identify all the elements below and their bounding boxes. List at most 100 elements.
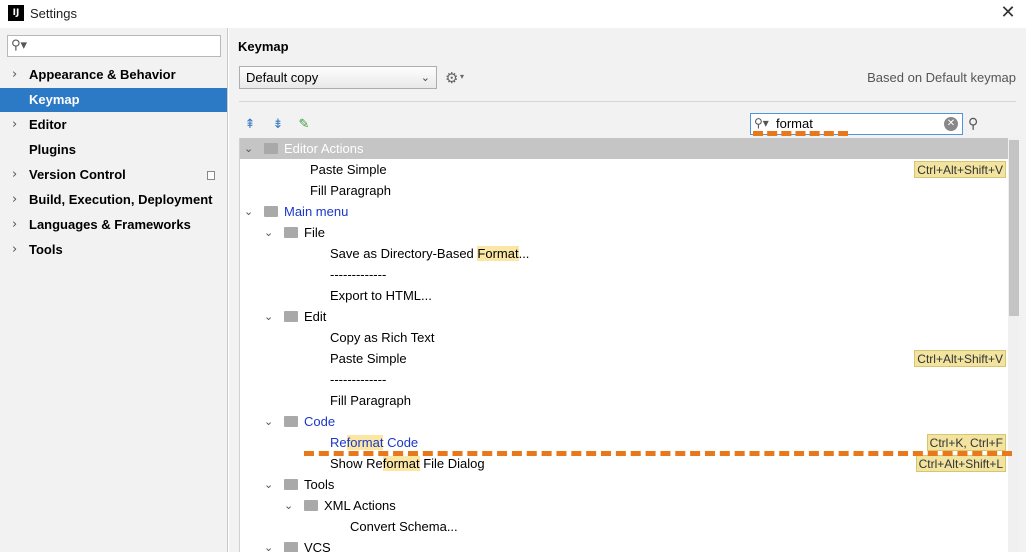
tree-group-row[interactable]: ⌄ VCS: [240, 537, 1008, 552]
gear-icon[interactable]: ⚙: [445, 69, 458, 87]
chevron-down-icon[interactable]: ⌄: [264, 537, 273, 552]
tree-group-row[interactable]: ⌄ Edit: [240, 306, 1008, 327]
chevron-down-icon: ⌄: [420, 71, 430, 84]
tree-row-label: Fill Paragraph: [310, 183, 391, 198]
search-icon: ⚲▾: [754, 116, 769, 130]
sidebar-item-languages-frameworks[interactable]: › Languages & Frameworks: [0, 213, 227, 237]
chevron-right-icon[interactable]: ›: [12, 188, 17, 212]
shortcut-badge: Ctrl+Alt+Shift+V: [914, 161, 1006, 178]
tree-row-label: Save as Directory-Based Format...: [330, 243, 529, 264]
sidebar-item-version-control[interactable]: › Version Control: [0, 163, 227, 187]
chevron-right-icon[interactable]: ›: [12, 213, 17, 237]
label-text: Code: [383, 435, 419, 450]
gear-dropdown-icon[interactable]: ▾: [460, 72, 464, 81]
collapse-all-icon[interactable]: ⇟: [269, 116, 287, 134]
folder-icon: [304, 500, 318, 511]
search-match-highlight: format: [382, 456, 420, 471]
chevron-down-icon[interactable]: ⌄: [264, 411, 273, 432]
expand-all-icon[interactable]: ⇞: [241, 116, 259, 134]
tree-group-row[interactable]: ⌄ XML Actions: [240, 495, 1008, 516]
chevron-down-icon[interactable]: ⌄: [244, 201, 253, 222]
window-title: Settings: [30, 6, 77, 21]
tree-action-row[interactable]: -------------: [240, 369, 1008, 390]
shortcut-badge: Ctrl+Alt+Shift+L: [915, 455, 1006, 472]
label-text: Show Re: [330, 456, 383, 471]
search-match-highlight: Format: [477, 246, 519, 261]
scrollbar-thumb[interactable]: [1009, 140, 1019, 316]
chevron-down-icon[interactable]: ⌄: [284, 495, 293, 516]
action-tree: ⌄ VCS Convert Schema... ⌄ XML Actions ⌄ Tools S…: [239, 138, 1019, 552]
chevron-right-icon[interactable]: ›: [12, 113, 17, 137]
tree-row-label: Code: [304, 414, 336, 429]
sidebar-item-appearance-behavior[interactable]: › Appearance & Behavior: [0, 63, 227, 87]
tree-row-label: XML Actions: [324, 498, 396, 513]
search-icon: ⚲▾: [11, 38, 28, 53]
tree-row-label: Tools: [304, 477, 335, 492]
tree-scrollbar[interactable]: [1008, 138, 1019, 552]
tree-action-row[interactable]: Paste Simple Ctrl+Alt+Shift+V: [240, 159, 1008, 180]
title-bar: IJ Settings ✕: [0, 0, 1026, 28]
chevron-down-icon[interactable]: ⌄: [264, 474, 273, 495]
tree-row-label: Editor Actions: [284, 141, 364, 156]
tree-action-row[interactable]: Fill Paragraph: [240, 390, 1008, 411]
tree-row-label: File: [304, 225, 325, 240]
chevron-down-icon[interactable]: ⌄: [264, 222, 273, 243]
chevron-right-icon[interactable]: ›: [12, 238, 17, 262]
chevron-down-icon[interactable]: ⌄: [244, 138, 253, 159]
folder-icon: [284, 227, 298, 238]
annotation-underline: [753, 131, 848, 136]
tree-action-row[interactable]: Save as Directory-Based Format...: [240, 243, 1008, 264]
sidebar-item-label: Languages & Frameworks: [29, 217, 191, 232]
tree-action-row[interactable]: Show Reformat File Dialog Ctrl+Alt+Shift+…: [240, 453, 1008, 474]
close-window-button[interactable]: ✕: [998, 4, 1018, 24]
tree-action-row[interactable]: Copy as Rich Text: [240, 327, 1008, 348]
sidebar-search-input[interactable]: ⚲▾: [7, 35, 221, 57]
folder-icon: [284, 479, 298, 490]
shortcut-badge: Ctrl+K, Ctrl+F: [926, 434, 1006, 451]
sidebar-item-label: Tools: [29, 242, 63, 257]
chevron-right-icon[interactable]: ›: [12, 63, 17, 87]
tree-group-row[interactable]: ⌄ Code: [240, 411, 1008, 432]
tree-row-label: -------------: [330, 267, 387, 282]
keymap-select[interactable]: Default copy ⌄: [239, 66, 437, 89]
tree-row-label: Paste Simple: [330, 351, 407, 366]
sidebar-item-label: Keymap: [29, 92, 80, 107]
label-text: Save as Directory-Based: [330, 246, 478, 261]
tree-row-label: Edit: [304, 309, 327, 324]
chevron-right-icon[interactable]: ›: [12, 163, 17, 187]
find-by-shortcut-icon[interactable]: ⚲: [968, 116, 978, 132]
sidebar-item-editor[interactable]: › Editor: [0, 113, 227, 137]
sidebar-item-plugins[interactable]: Plugins: [0, 138, 227, 162]
tree-group-row[interactable]: ⌄ Editor Actions: [240, 138, 1008, 159]
chevron-down-icon[interactable]: ⌄: [264, 306, 273, 327]
annotation-underline: [304, 451, 1012, 456]
tree-group-row[interactable]: ⌄ File: [240, 222, 1008, 243]
keymap-panel: Keymap Default copy ⌄ ⚙ ▾ Based on Defau…: [229, 28, 1026, 552]
folder-icon: [284, 311, 298, 322]
label-text: ...: [518, 246, 530, 261]
based-on-label: Based on Default keymap: [867, 70, 1016, 85]
label-text: File Dialog: [419, 456, 485, 471]
sidebar-item-tools[interactable]: › Tools: [0, 238, 227, 262]
folder-icon: [284, 542, 298, 552]
folder-icon: [284, 416, 298, 427]
edit-pencil-icon[interactable]: ✎: [295, 116, 313, 134]
tree-group-row[interactable]: ⌄ Main menu: [240, 201, 1008, 222]
tree-row-label: VCS: [304, 540, 331, 552]
tree-action-row[interactable]: Export to HTML...: [240, 285, 1008, 306]
menu-group-icon: [264, 143, 278, 154]
tree-action-row[interactable]: Convert Schema...: [240, 516, 1008, 537]
clear-search-icon[interactable]: ✕: [944, 117, 958, 131]
sidebar-item-keymap[interactable]: Keymap: [0, 88, 227, 112]
sidebar-item-build-execution-deployment[interactable]: › Build, Execution, Deployment: [0, 188, 227, 212]
menu-group-icon: [264, 206, 278, 217]
tree-action-row[interactable]: Reformat Code Ctrl+K, Ctrl+F: [240, 432, 1008, 453]
tree-row-label: Fill Paragraph: [330, 393, 411, 408]
sidebar-item-label: Appearance & Behavior: [29, 67, 176, 82]
tree-row-label: Copy as Rich Text: [330, 330, 435, 345]
tree-action-row[interactable]: Paste Simple Ctrl+Alt+Shift+V: [240, 348, 1008, 369]
tree-row-label: Main menu: [284, 204, 349, 219]
tree-action-row[interactable]: -------------: [240, 264, 1008, 285]
tree-action-row[interactable]: Fill Paragraph: [240, 180, 1008, 201]
tree-group-row[interactable]: ⌄ Tools: [240, 474, 1008, 495]
